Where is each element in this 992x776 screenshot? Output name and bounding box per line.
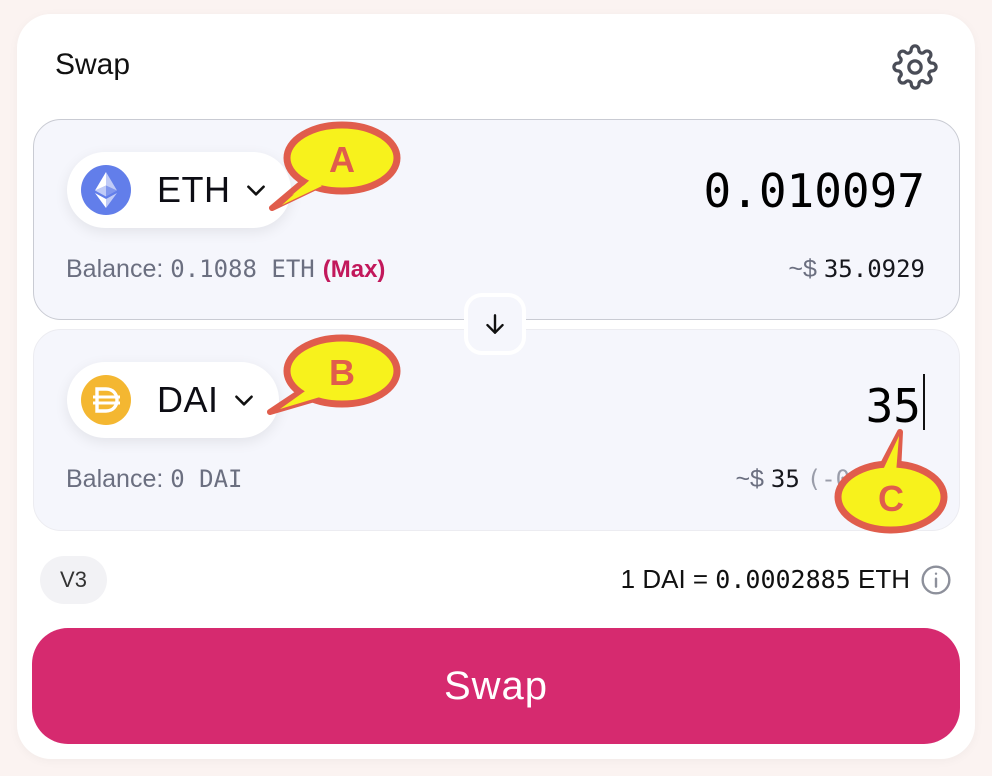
to-token-symbol: DAI — [157, 379, 219, 420]
from-balance-value: 0.1088 ETH — [170, 255, 315, 283]
from-balance: Balance: 0.1088 ETH (Max) — [66, 255, 386, 283]
to-usd-value: ~$ 35 (-0.0 — [735, 465, 879, 493]
to-token-panel: DAI 35 Balance: 0 DAI ~$ 35 (-0.0 — [33, 329, 960, 531]
chevron-down-icon — [234, 395, 253, 406]
text-caret — [923, 374, 925, 430]
page-title: Swap — [55, 48, 131, 81]
from-usd-value: ~$ 35.0929 — [788, 255, 925, 283]
arrow-down-icon — [486, 314, 504, 334]
flip-tokens-button[interactable] — [464, 293, 526, 355]
gear-icon[interactable] — [892, 44, 938, 90]
to-balance-value: 0 DAI — [170, 465, 243, 493]
ethereum-icon — [81, 165, 131, 215]
to-amount-input[interactable]: 35 — [866, 374, 925, 433]
max-button[interactable]: (Max) — [323, 256, 386, 283]
from-token-symbol: ETH — [157, 169, 231, 210]
info-icon[interactable] — [920, 564, 952, 596]
exchange-rate: 1 DAI = 0.0002885 ETH — [620, 564, 910, 594]
price-impact: (-0.0 — [806, 465, 879, 493]
from-amount-input[interactable]: 0.010097 — [703, 164, 925, 218]
from-token-panel: ETH 0.010097 Balance: 0.1088 ETH (Max) ~$… — [33, 119, 960, 320]
to-balance: Balance: 0 DAI — [66, 465, 243, 493]
swap-button[interactable]: Swap — [32, 628, 960, 744]
dai-icon — [81, 375, 131, 425]
version-badge[interactable]: V3 — [40, 556, 107, 604]
from-token-selector[interactable]: ETH — [67, 152, 291, 228]
chevron-down-icon — [246, 185, 265, 196]
to-token-selector[interactable]: DAI — [67, 362, 279, 438]
